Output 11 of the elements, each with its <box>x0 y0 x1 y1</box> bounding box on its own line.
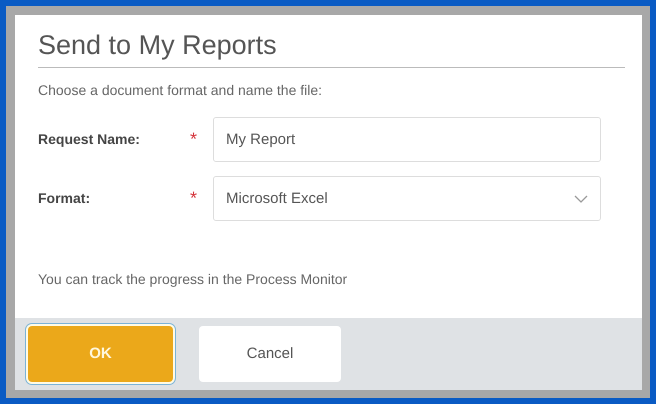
dialog-title: Send to My Reports <box>38 29 278 62</box>
input-field[interactable]: My Report <box>213 117 601 162</box>
field-label: Request Name: <box>38 130 141 150</box>
instructions-text: Choose a document format and name the file: <box>38 81 324 100</box>
required-mark: * <box>190 129 198 150</box>
cancel-button[interactable]: Cancel <box>199 326 341 382</box>
field-label: Format: <box>38 189 92 208</box>
note-text: You can track the progress in the Process Monitor <box>38 270 348 290</box>
chevron-down-icon <box>574 194 588 203</box>
format-dropdown[interactable]: Microsoft Excel <box>213 176 601 222</box>
required-mark: * <box>190 188 198 208</box>
